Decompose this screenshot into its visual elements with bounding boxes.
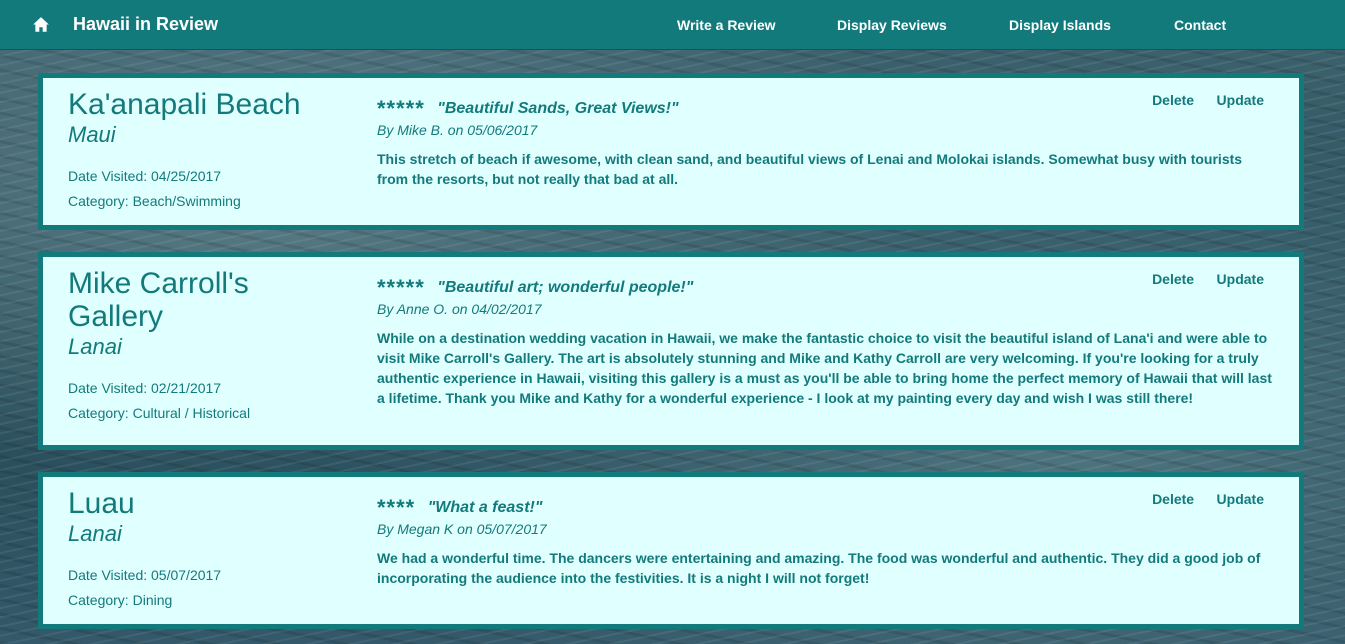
category: Category: Cultural / Historical (68, 405, 338, 422)
review-card: Mike Carroll's Gallery Lanai Date Visite… (38, 252, 1304, 450)
review-body: This stretch of beach if awesome, with c… (377, 151, 1243, 187)
top-navbar: Hawaii in Review Write a Review Display … (0, 0, 1345, 50)
category-label: Category: (68, 405, 129, 421)
place-name: Luau (68, 487, 135, 520)
place-info: Luau Lanai Date Visited: 05/07/2017 Cate… (68, 487, 338, 609)
date-visited-label: Date Visited: (68, 380, 148, 396)
review-byline: By Mike B. on 05/06/2017 (377, 122, 538, 138)
review-content: ***** "Beautiful art; wonderful people!"… (377, 276, 1277, 408)
star-rating: ***** (377, 96, 425, 121)
review-title: "Beautiful Sands, Great Views!" (437, 100, 679, 117)
nav-contact[interactable]: Contact (1174, 17, 1226, 33)
review-actions: Delete Update (1134, 271, 1264, 289)
review-content: ***** "Beautiful Sands, Great Views!" By… (377, 97, 1277, 189)
review-actions: Delete Update (1134, 92, 1264, 110)
category: Category: Dining (68, 592, 338, 609)
place-name: Mike Carroll's Gallery (68, 267, 249, 333)
category: Category: Beach/Swimming (68, 193, 338, 210)
star-rating: **** (377, 495, 416, 520)
date-visited-value: 02/21/2017 (151, 380, 222, 396)
date-visited: Date Visited: 05/07/2017 (68, 567, 338, 584)
review-actions: Delete Update (1134, 491, 1264, 509)
review-body: We had a wonderful time. The dancers wer… (377, 550, 1261, 586)
review-byline: By Megan K on 05/07/2017 (377, 521, 547, 537)
delete-button[interactable]: Delete (1152, 92, 1194, 108)
star-rating: ***** (377, 275, 425, 300)
category-value: Beach/Swimming (132, 193, 241, 209)
review-byline: By Anne O. on 04/02/2017 (377, 301, 542, 317)
place-info: Ka'anapali Beach Maui Date Visited: 04/2… (68, 88, 338, 210)
delete-button[interactable]: Delete (1152, 491, 1194, 507)
date-visited: Date Visited: 02/21/2017 (68, 380, 338, 397)
place-name: Ka'anapali Beach (68, 88, 301, 121)
category-label: Category: (68, 193, 129, 209)
date-visited-label: Date Visited: (68, 168, 148, 184)
nav-display-reviews[interactable]: Display Reviews (837, 17, 947, 33)
review-title: "Beautiful art; wonderful people!" (437, 279, 694, 296)
review-card: Ka'anapali Beach Maui Date Visited: 04/2… (38, 73, 1304, 230)
category-value: Cultural / Historical (132, 405, 251, 421)
brand-link[interactable]: Hawaii in Review (73, 14, 218, 35)
island-name: Lanai (68, 334, 122, 359)
date-visited-label: Date Visited: (68, 567, 148, 583)
review-card: Luau Lanai Date Visited: 05/07/2017 Cate… (38, 472, 1304, 629)
nav-display-islands[interactable]: Display Islands (1009, 17, 1111, 33)
island-name: Lanai (68, 521, 122, 546)
review-content: **** "What a feast!" By Megan K on 05/07… (377, 496, 1277, 588)
island-name: Maui (68, 122, 116, 147)
update-button[interactable]: Update (1217, 271, 1264, 287)
date-visited: Date Visited: 04/25/2017 (68, 168, 338, 185)
place-info: Mike Carroll's Gallery Lanai Date Visite… (68, 267, 338, 422)
review-title: "What a feast!" (427, 499, 543, 516)
category-value: Dining (132, 592, 173, 608)
delete-button[interactable]: Delete (1152, 271, 1194, 287)
update-button[interactable]: Update (1217, 491, 1264, 507)
nav-write-review[interactable]: Write a Review (677, 17, 776, 33)
date-visited-value: 04/25/2017 (151, 168, 222, 184)
date-visited-value: 05/07/2017 (151, 567, 222, 583)
review-body: While on a destination wedding vacation … (377, 330, 1272, 406)
update-button[interactable]: Update (1217, 92, 1264, 108)
home-icon[interactable] (32, 16, 50, 34)
category-label: Category: (68, 592, 129, 608)
